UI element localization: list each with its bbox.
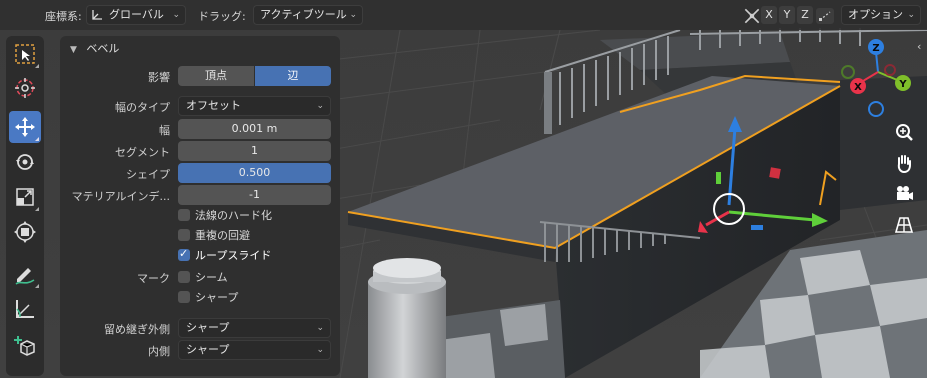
gizmo-x-label: X <box>854 82 862 93</box>
shape-label: シェイプ <box>126 168 170 181</box>
options-dropdown[interactable]: オプション ⌄ <box>841 5 921 25</box>
options-label: オプション <box>848 8 903 21</box>
add-cube-icon <box>14 336 35 356</box>
checkbox-icon <box>178 271 190 283</box>
loop-slide-label: ループスライド <box>195 249 272 262</box>
chevron-down-icon: ⌄ <box>316 345 324 355</box>
width-field[interactable]: 0.001 m <box>178 119 331 139</box>
material-index-label: マテリアルインデ... <box>71 190 170 203</box>
affect-edges-button[interactable]: 辺 <box>255 66 331 86</box>
affect-label: 影響 <box>148 71 170 84</box>
move-icon <box>15 117 35 137</box>
axes-icon <box>92 10 102 20</box>
pillar <box>368 258 446 378</box>
drag-value: アクティブツール <box>260 8 347 21</box>
tool-add-cube[interactable] <box>9 331 41 363</box>
mark-seam-label: シーム <box>195 271 228 284</box>
width-type-dropdown[interactable]: オフセット ⌄ <box>178 96 331 116</box>
checkbox-icon <box>178 291 190 303</box>
miter-inner-label: 内側 <box>148 345 170 358</box>
chevron-left-icon: ‹ <box>917 40 922 53</box>
axis-x-toggle[interactable]: X <box>761 6 777 24</box>
coordinate-system-dropdown[interactable]: グローバル ⌄ <box>86 5 186 25</box>
mark-label: マーク <box>137 272 170 285</box>
grid-icon <box>894 217 914 233</box>
miter-outer-dropdown[interactable]: シャープ ⌄ <box>178 318 331 338</box>
coordinate-system-label: 座標系: <box>45 10 82 23</box>
chevron-down-icon: ⌄ <box>172 10 180 20</box>
checkbox-checked-icon <box>178 246 190 262</box>
zoom-icon <box>896 124 913 141</box>
segments-label: セグメント <box>115 146 170 159</box>
material-index-field[interactable]: -1 <box>178 185 331 205</box>
mark-sharp-label: シャープ <box>195 291 239 304</box>
clamp-overlap-label: 重複の回避 <box>195 229 250 242</box>
collapse-arrow-icon: ▼ <box>70 45 77 55</box>
rotate-icon <box>16 154 34 170</box>
mirror-icon[interactable] <box>742 6 762 26</box>
panel-title: ベベル <box>86 42 120 55</box>
miter-outer-value: シャープ <box>186 321 230 334</box>
width-type-value: オフセット <box>186 99 241 112</box>
gizmo-z-label: Z <box>872 43 879 54</box>
select-box-icon <box>15 44 35 64</box>
bevel-operator-panel: ▼ ベベル 影響 頂点 辺 幅のタイプ オフセット ⌄ 幅 0.001 m セグ… <box>60 36 340 376</box>
tool-cursor[interactable] <box>9 72 41 104</box>
axis-z-toggle[interactable]: Z <box>797 6 813 24</box>
chevron-down-icon: ⌄ <box>316 101 324 111</box>
perspective-toggle-button[interactable] <box>891 212 917 238</box>
clamp-overlap-checkbox[interactable]: 重複の回避 <box>178 228 250 244</box>
width-label: 幅 <box>159 124 170 137</box>
harden-normals-checkbox[interactable]: 法線のハード化 <box>178 208 272 224</box>
tool-transform[interactable] <box>9 216 41 248</box>
annotate-icon <box>15 268 35 285</box>
mark-seam-checkbox[interactable]: シーム <box>178 270 228 286</box>
tool-rotate[interactable] <box>9 146 41 178</box>
sidebar-toggle[interactable]: ‹ <box>917 40 927 60</box>
coordinate-system-value: グローバル <box>109 8 164 21</box>
shape-slider[interactable]: 0.500 <box>178 163 331 183</box>
checkbox-icon <box>178 209 190 221</box>
chevron-down-icon: ⌄ <box>349 10 357 20</box>
snapping-icon[interactable] <box>815 6 835 26</box>
drag-label: ドラッグ: <box>198 10 246 23</box>
camera-view-button[interactable] <box>891 181 917 207</box>
chevron-down-icon: ⌄ <box>907 10 915 20</box>
harden-normals-label: 法線のハード化 <box>195 209 272 222</box>
transform-icon <box>14 221 36 243</box>
pan-button[interactable] <box>891 150 917 176</box>
camera-icon <box>897 186 913 200</box>
tool-shelf <box>6 36 44 376</box>
drag-dropdown[interactable]: アクティブツール ⌄ <box>253 5 363 25</box>
miter-inner-dropdown[interactable]: シャープ ⌄ <box>178 340 331 360</box>
tool-move[interactable] <box>9 111 41 143</box>
zoom-button[interactable] <box>891 119 917 145</box>
gizmo-y-label: Y <box>898 79 907 90</box>
miter-inner-value: シャープ <box>186 343 230 356</box>
scale-icon <box>16 188 34 206</box>
mark-sharp-checkbox[interactable]: シャープ <box>178 290 238 306</box>
segments-field[interactable]: 1 <box>178 141 331 161</box>
chevron-down-icon: ⌄ <box>316 323 324 333</box>
loop-slide-checkbox[interactable]: ループスライド <box>178 246 272 264</box>
tool-annotate[interactable] <box>9 258 41 290</box>
affect-vertices-button[interactable]: 頂点 <box>178 66 254 86</box>
cursor-icon <box>15 78 35 98</box>
tool-measure[interactable] <box>9 293 41 325</box>
viewport-header: 座標系: グローバル ⌄ ドラッグ: アクティブツール ⌄ X Y Z オプショ… <box>0 0 927 30</box>
width-type-label: 幅のタイプ <box>115 101 170 114</box>
tool-select-box[interactable] <box>9 38 41 70</box>
panel-header[interactable]: ▼ ベベル <box>70 40 119 56</box>
miter-outer-label: 留め継ぎ外側 <box>104 323 170 336</box>
affect-toggle: 頂点 辺 <box>178 66 331 86</box>
tool-scale[interactable] <box>9 181 41 213</box>
checkbox-icon <box>178 229 190 241</box>
hand-icon <box>897 155 911 174</box>
axis-y-toggle[interactable]: Y <box>779 6 795 24</box>
measure-icon <box>16 300 34 318</box>
